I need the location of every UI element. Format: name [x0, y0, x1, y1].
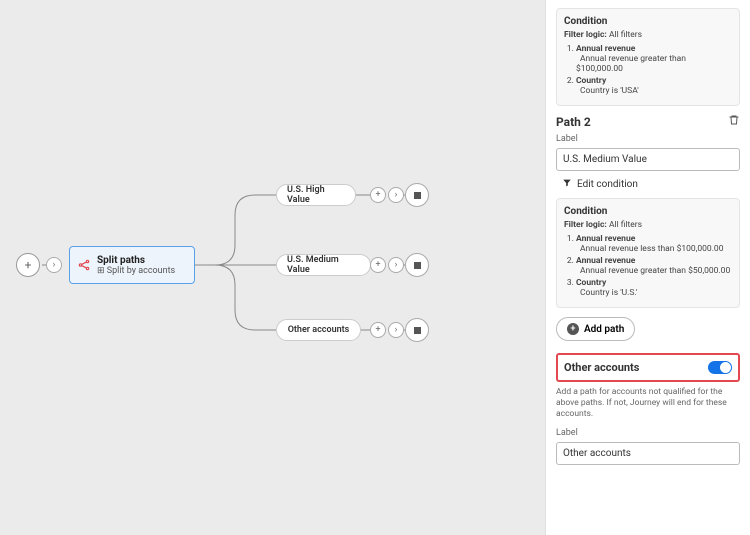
path2-title: Path 2: [556, 115, 591, 129]
label-text: Label: [556, 134, 740, 144]
add-path-button[interactable]: + Add path: [556, 317, 635, 341]
plus-circle-icon: +: [567, 323, 579, 335]
trash-icon[interactable]: [728, 114, 740, 129]
funnel-icon: [562, 178, 572, 191]
label-text: Label: [556, 428, 740, 438]
other-accounts-section: Other accounts: [556, 353, 740, 382]
properties-panel: Condition Filter logic: All filters Annu…: [545, 0, 750, 535]
path-node-2[interactable]: U.S. Medium Value: [276, 254, 371, 276]
condition-card-1: Condition Filter logic: All filters Annu…: [556, 8, 740, 106]
other-accounts-title: Other accounts: [564, 361, 639, 374]
path-node-3[interactable]: Other accounts: [276, 319, 361, 341]
chevron-right-icon: ›: [46, 257, 62, 273]
add-icon[interactable]: +: [370, 257, 386, 273]
path-node-1[interactable]: U.S. High Value: [276, 184, 356, 206]
chevron-right-icon: ›: [388, 187, 404, 203]
share-icon: [76, 257, 92, 273]
condition-header: Condition: [564, 16, 732, 27]
add-icon[interactable]: +: [370, 187, 386, 203]
split-paths-node[interactable]: Split paths ⊞ Split by accounts: [69, 246, 195, 284]
edit-condition-link[interactable]: Edit condition: [556, 178, 740, 191]
split-subtitle: ⊞ Split by accounts: [97, 266, 175, 276]
end-node[interactable]: [405, 183, 429, 207]
chevron-right-icon: ›: [388, 257, 404, 273]
condition-header: Condition: [564, 206, 732, 217]
add-icon[interactable]: +: [370, 322, 386, 338]
other-accounts-label-input[interactable]: [556, 442, 740, 465]
split-title: Split paths: [97, 255, 175, 266]
end-node[interactable]: [405, 253, 429, 277]
end-node[interactable]: [405, 318, 429, 342]
other-accounts-toggle[interactable]: [708, 361, 732, 374]
add-before-btn[interactable]: +: [16, 253, 40, 277]
chevron-right-icon: ›: [388, 322, 404, 338]
other-accounts-description: Add a path for accounts not qualified fo…: [556, 387, 740, 420]
canvas[interactable]: + › Split paths ⊞ Split by accounts U.S.…: [0, 0, 545, 535]
path2-label-input[interactable]: [556, 148, 740, 171]
condition-card-2: Condition Filter logic: All filters Annu…: [556, 198, 740, 308]
